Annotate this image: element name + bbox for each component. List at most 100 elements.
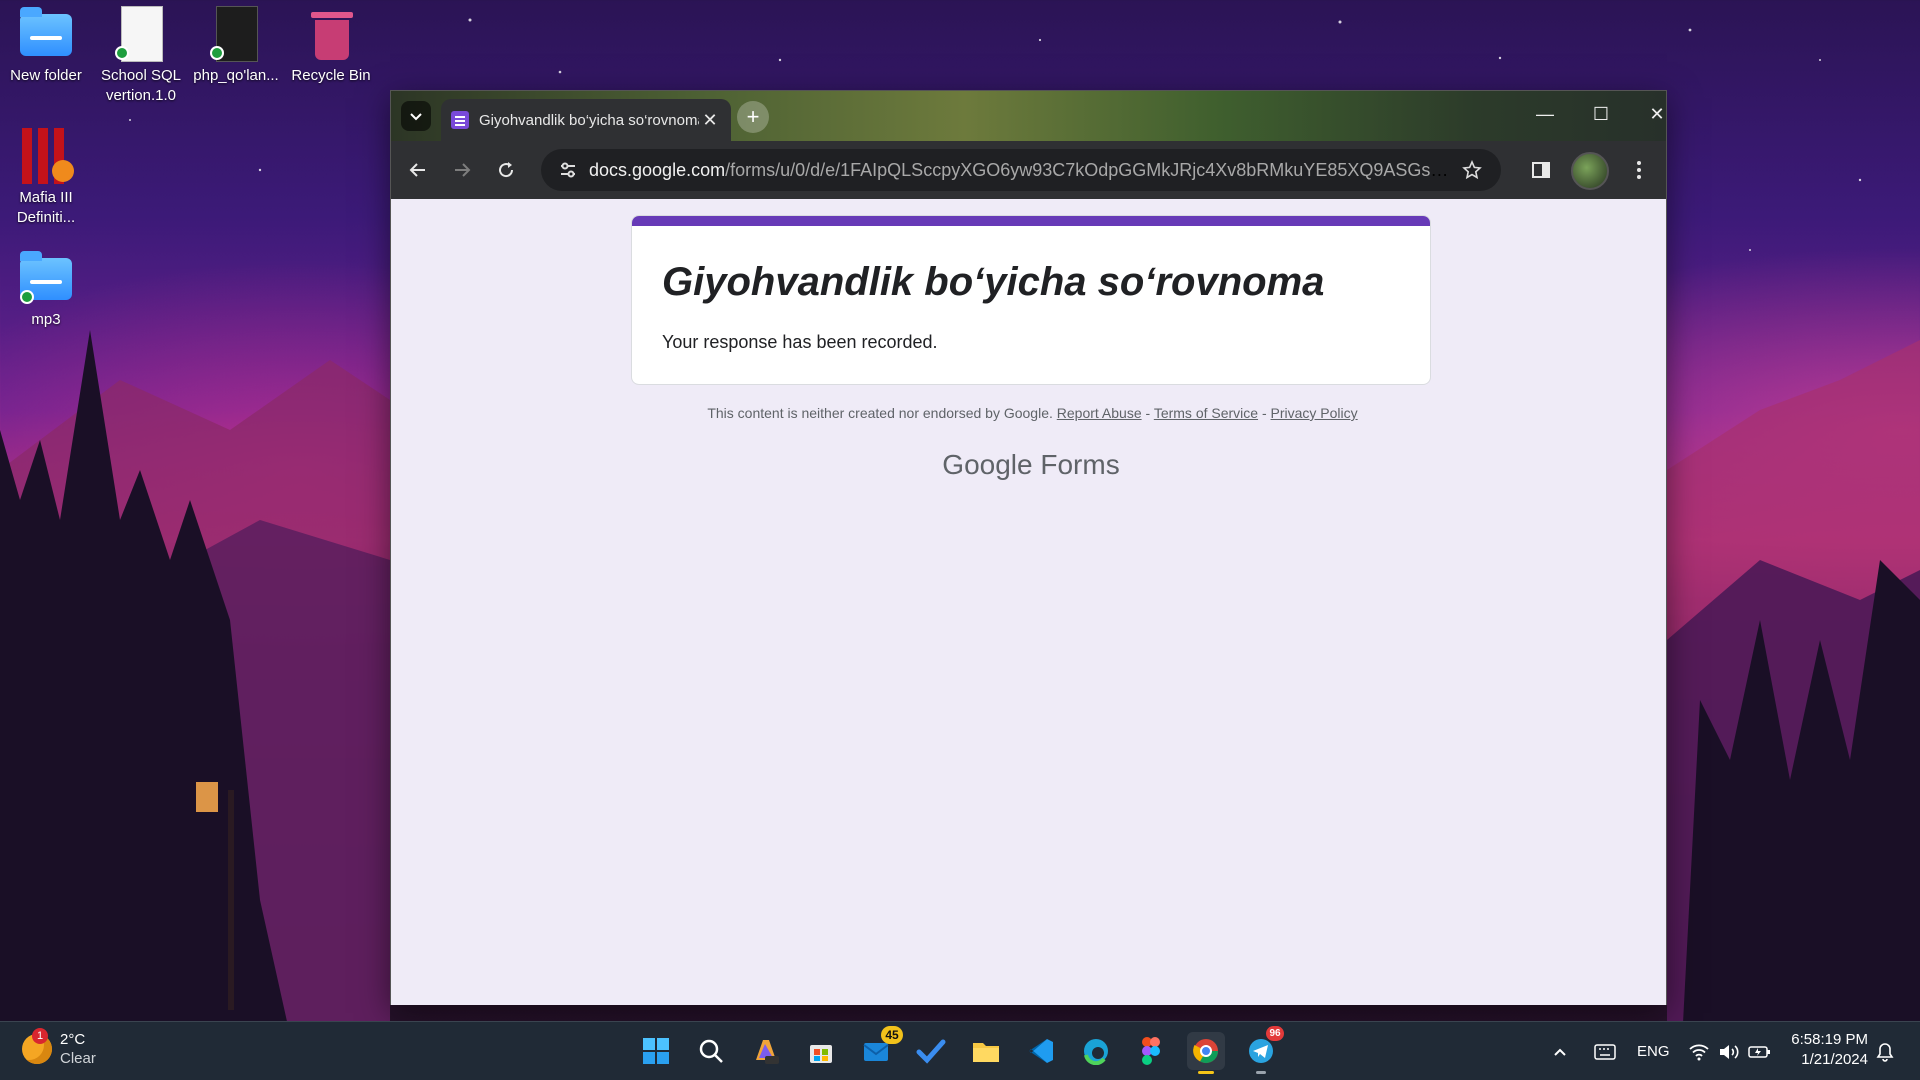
web-page-content: Giyohvandlik bo‘yicha so‘rovnoma Your re… <box>391 199 1666 1005</box>
tab-search-button[interactable] <box>401 101 431 131</box>
tune-icon <box>561 162 575 178</box>
form-accent-bar <box>632 216 1430 226</box>
form-confirmation-message: Your response has been recorded. <box>662 332 938 352</box>
clock-date: 1/21/2024 <box>1801 1051 1868 1068</box>
side-panel-icon <box>1532 162 1550 178</box>
todo-app-button[interactable] <box>912 1032 950 1070</box>
chrome-button[interactable] <box>1187 1032 1225 1074</box>
desktop-icon-new-folder[interactable]: New folder <box>0 6 92 86</box>
browser-tab-active[interactable]: Giyohvandlik bo‘yicha so‘rovnoma ✕ <box>441 99 731 141</box>
desktop-icon-label: Recycle Bin <box>291 67 371 84</box>
tab-close-icon[interactable]: ✕ <box>699 109 721 131</box>
url-path: /forms/u/0/d/e/1FAIpQLSccpyXGO6yw93C7kOd… <box>725 159 1457 180</box>
edge-browser-button[interactable] <box>1077 1032 1115 1070</box>
desktop-icon-label: mp3 <box>31 311 61 328</box>
mail-unread-badge: 45 <box>881 1026 903 1044</box>
copilot-app-button[interactable] <box>747 1032 785 1070</box>
checkmark-icon <box>916 1039 946 1064</box>
show-hidden-icons-button[interactable] <box>1552 1022 1568 1080</box>
copilot-icon <box>756 1040 779 1064</box>
form-response-card: Giyohvandlik bo‘yicha so‘rovnoma Your re… <box>631 215 1431 385</box>
address-bar[interactable]: docs.google.com/forms/u/0/d/e/1FAIpQLScc… <box>541 149 1501 191</box>
system-clock[interactable]: 6:58:19 PM 1/21/2024 <box>1790 1030 1868 1070</box>
input-language-indicator[interactable]: ENG <box>1637 1022 1670 1080</box>
wifi-icon <box>1689 1044 1709 1060</box>
weather-widget[interactable]: 1 2°C Clear <box>22 1028 96 1068</box>
url-host: docs.google.com <box>589 159 726 180</box>
browser-menu-button[interactable] <box>1624 155 1654 185</box>
weather-condition: Clear <box>60 1050 96 1067</box>
profile-avatar[interactable] <box>1571 152 1609 190</box>
forward-button[interactable] <box>447 155 477 185</box>
brand-google: Google <box>942 449 1033 480</box>
close-window-button[interactable]: ✕ <box>1635 99 1679 129</box>
folder-icon <box>973 1043 999 1062</box>
file-explorer-button[interactable] <box>967 1032 1005 1070</box>
desktop-icon-php-doc[interactable]: php_qo'lan... <box>190 6 282 86</box>
reload-button[interactable] <box>491 155 521 185</box>
url-text: docs.google.com/forms/u/0/d/e/1FAIpQLScc… <box>589 160 1457 181</box>
telegram-button[interactable]: 96 <box>1242 1026 1284 1074</box>
report-abuse-link[interactable]: Report Abuse <box>1057 405 1142 421</box>
search-button[interactable] <box>692 1032 730 1070</box>
maximize-button[interactable]: ☐ <box>1579 99 1623 129</box>
arrow-right-icon <box>455 163 471 177</box>
side-panel-button[interactable] <box>1526 155 1556 185</box>
desktop-icon-mp3[interactable]: mp3 <box>0 250 92 330</box>
google-forms-favicon-icon <box>451 111 469 129</box>
recycle-bin-icon <box>303 6 359 62</box>
battery-status-button[interactable] <box>1748 1022 1772 1080</box>
footer-disclaimer: This content is neither created nor endo… <box>707 405 1053 421</box>
form-footer-note: This content is neither created nor endo… <box>391 405 1671 421</box>
word-document-icon <box>208 6 264 62</box>
three-dots-icon <box>1637 161 1641 179</box>
touch-keyboard-button[interactable] <box>1594 1022 1616 1080</box>
browser-toolbar: docs.google.com/forms/u/0/d/e/1FAIpQLScc… <box>391 141 1666 199</box>
volume-button[interactable] <box>1718 1022 1740 1080</box>
windows-logo-icon <box>643 1038 669 1064</box>
tab-strip: Giyohvandlik bo‘yicha so‘rovnoma ✕ + — ☐… <box>391 91 1666 141</box>
bell-icon <box>1876 1042 1894 1062</box>
browser-window: Giyohvandlik bo‘yicha so‘rovnoma ✕ + — ☐… <box>390 90 1667 1005</box>
chrome-icon <box>1193 1039 1218 1064</box>
game-icon <box>18 128 74 184</box>
back-button[interactable] <box>403 155 433 185</box>
vscode-button[interactable] <box>1022 1032 1060 1070</box>
speaker-icon <box>1720 1044 1739 1059</box>
figma-button[interactable] <box>1132 1032 1170 1070</box>
keyboard-icon <box>1594 1043 1616 1060</box>
active-app-indicator <box>1198 1071 1214 1074</box>
tab-title: Giyohvandlik bo‘yicha so‘rovnoma <box>479 111 699 129</box>
privacy-policy-link[interactable]: Privacy Policy <box>1271 405 1358 421</box>
new-tab-button[interactable]: + <box>737 101 769 133</box>
edge-icon <box>1084 1039 1108 1065</box>
arrow-left-icon <box>409 163 425 177</box>
bookmark-star-icon[interactable] <box>1457 155 1487 185</box>
store-bag-icon <box>810 1045 832 1063</box>
terms-of-service-link[interactable]: Terms of Service <box>1154 405 1258 421</box>
footer-separator: - <box>1261 405 1267 421</box>
figma-icon <box>1142 1037 1160 1065</box>
minimize-button[interactable]: — <box>1523 99 1567 129</box>
chevron-up-icon <box>1554 1048 1566 1056</box>
telegram-icon <box>1249 1039 1273 1063</box>
microsoft-store-button[interactable] <box>802 1032 840 1070</box>
start-button[interactable] <box>637 1032 675 1070</box>
google-forms-logo[interactable]: Google Forms <box>391 449 1671 481</box>
chevron-down-icon <box>410 113 422 121</box>
desktop-icon-school-sql[interactable]: School SQL vertion.1.0 <box>95 6 187 106</box>
desktop-icon-recycle-bin[interactable]: Recycle Bin <box>285 6 377 86</box>
site-info-button[interactable] <box>555 157 581 183</box>
telegram-unread-badge: 96 <box>1266 1026 1284 1041</box>
weather-temperature: 2°C <box>60 1031 86 1048</box>
network-status-button[interactable] <box>1688 1022 1710 1080</box>
taskbar: 1 2°C Clear 45 96 ENG 6:58:19 PM 1/21/20… <box>0 1021 1920 1080</box>
battery-charging-icon <box>1748 1045 1770 1058</box>
desktop-icon-label: New folder <box>10 67 82 84</box>
desktop-icon-mafia-3[interactable]: Mafia III Definiti... <box>0 128 92 228</box>
notifications-button[interactable] <box>1876 1022 1894 1080</box>
moon-weather-icon: 1 <box>22 1028 52 1064</box>
mail-app-button[interactable]: 45 <box>857 1026 903 1070</box>
search-icon <box>699 1039 723 1063</box>
desktop-icon-label: Mafia III Definiti... <box>16 189 76 226</box>
